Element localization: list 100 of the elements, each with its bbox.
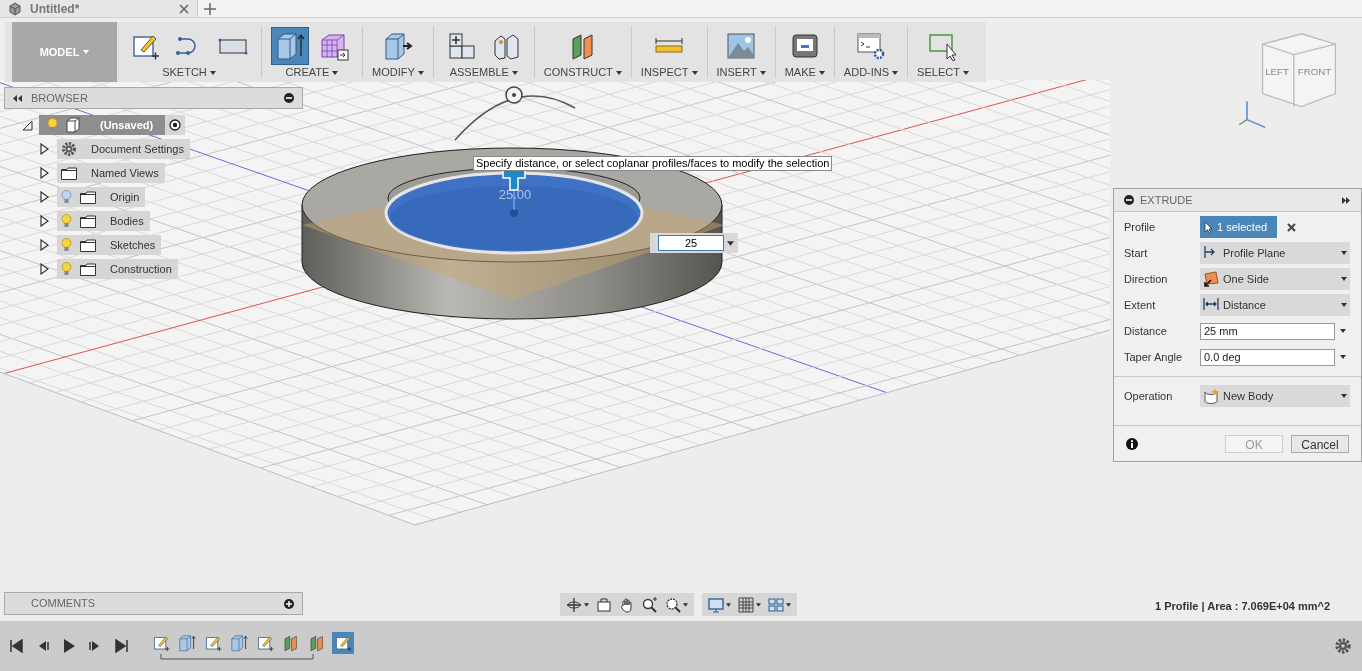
zoom-window-icon — [665, 596, 681, 613]
caret-icon — [1341, 251, 1347, 255]
view-tool-button[interactable] — [566, 596, 589, 613]
pan-hand-icon — [619, 596, 635, 613]
info-icon[interactable] — [1126, 437, 1138, 450]
dropdown[interactable]: New Body — [1200, 385, 1350, 407]
collapsed-triangle-icon[interactable] — [40, 263, 49, 275]
skip-to-end-icon[interactable] — [114, 639, 128, 653]
folder-icon — [80, 238, 96, 252]
group-menu-button[interactable]: ADD-INS — [843, 67, 899, 78]
monitor-icon — [708, 596, 724, 613]
caret-icon — [756, 602, 761, 607]
minus-circle-icon[interactable] — [284, 93, 294, 103]
expand-icon[interactable] — [1341, 196, 1351, 204]
group-menu-button[interactable]: MODIFY — [372, 67, 424, 78]
field-label: Profile — [1124, 219, 1157, 235]
display-tool-button[interactable] — [768, 596, 791, 613]
caret-icon — [83, 50, 90, 54]
folder-icon — [61, 166, 77, 180]
group-menu-button[interactable]: INSERT — [716, 67, 766, 78]
caret-icon — [417, 70, 424, 75]
node-label: Bodies — [109, 213, 144, 229]
tab-title: Untitled* — [30, 2, 81, 15]
folder-icon — [80, 190, 96, 204]
panel-title: COMMENTS — [31, 596, 97, 612]
settings-gear-icon[interactable] — [1335, 638, 1351, 654]
caret-icon — [759, 70, 766, 75]
view-tool-button[interactable] — [642, 596, 658, 613]
caret-icon[interactable] — [1340, 329, 1346, 333]
browser-node[interactable]: Bodies — [57, 211, 150, 231]
activate-target-icon[interactable] — [169, 119, 182, 131]
rotation-handle[interactable] — [454, 86, 576, 141]
browser-node[interactable]: Construction — [57, 259, 178, 279]
boxes-icon — [446, 31, 477, 61]
group-menu-button[interactable]: CREATE — [285, 67, 339, 78]
planes-icon — [282, 633, 300, 652]
dimension-label: 25.00 — [498, 187, 532, 202]
look-at-icon — [596, 596, 612, 613]
node-label: Named Views — [90, 165, 159, 181]
minus-circle-icon[interactable] — [1124, 195, 1134, 205]
group-menu-button[interactable]: INSPECT — [640, 67, 698, 78]
group-menu-button[interactable]: MAKE — [784, 67, 825, 78]
caret-icon — [683, 602, 688, 607]
caret-icon — [1341, 394, 1347, 398]
one-side-icon — [1203, 271, 1219, 287]
extrude-box-icon — [275, 31, 305, 61]
folder-icon — [80, 262, 96, 276]
text-input[interactable]: 25 mm — [1200, 322, 1335, 340]
node-label: Construction — [109, 261, 172, 277]
gear-icon — [61, 141, 77, 157]
distance-input[interactable]: 25 — [658, 235, 724, 251]
collapse-icon[interactable] — [13, 94, 23, 102]
caret-icon[interactable] — [1340, 355, 1346, 359]
timeline-feature[interactable] — [332, 631, 354, 654]
caret-icon — [818, 70, 825, 75]
caret-icon — [1341, 303, 1347, 307]
dropdown[interactable]: One Side — [1200, 268, 1350, 290]
browser-node[interactable]: Document Settings — [57, 139, 190, 159]
close-icon[interactable] — [179, 3, 189, 14]
cube-icon — [8, 1, 22, 16]
display-tool-button[interactable] — [738, 596, 761, 613]
browser-node[interactable]: Origin — [57, 187, 146, 207]
skip-to-start-icon[interactable] — [10, 639, 24, 653]
caret-icon — [892, 70, 899, 75]
view-tool-button[interactable] — [596, 596, 612, 613]
collapsed-triangle-icon[interactable] — [40, 215, 49, 227]
tool-button[interactable] — [271, 27, 309, 65]
group-menu-button[interactable]: ASSEMBLE — [449, 67, 518, 78]
dialog-button[interactable]: Cancel — [1291, 434, 1349, 453]
dropdown-caret-icon[interactable] — [727, 240, 734, 246]
view-tool-button[interactable] — [665, 596, 688, 613]
clear-icon[interactable] — [1287, 222, 1296, 232]
cursor-icon — [1204, 220, 1213, 234]
browser-node[interactable]: Sketches — [57, 235, 162, 255]
play-icon[interactable] — [62, 639, 76, 653]
box-arrow-icon — [382, 31, 413, 61]
new-tab-icon[interactable] — [204, 2, 216, 15]
collapsed-triangle-icon[interactable] — [40, 167, 49, 179]
text-input[interactable]: 0.0 deg — [1200, 348, 1335, 366]
document-tab[interactable]: Untitled* — [0, 0, 198, 17]
add-circle-icon[interactable] — [284, 598, 294, 609]
collapsed-triangle-icon[interactable] — [40, 191, 49, 203]
selection-button[interactable]: 1 selected — [1200, 216, 1277, 238]
collapsed-triangle-icon[interactable] — [40, 143, 49, 155]
display-tool-button[interactable] — [708, 596, 731, 613]
browser-node[interactable]: Named Views — [57, 163, 165, 183]
collapsed-triangle-icon[interactable] — [40, 239, 49, 251]
expanded-triangle-icon[interactable] — [22, 119, 33, 131]
dropdown[interactable]: Distance — [1200, 294, 1350, 316]
extrude-arrow-handle[interactable] — [502, 169, 526, 191]
group-menu-button[interactable]: CONSTRUCT — [543, 67, 622, 78]
group-menu-button[interactable]: SELECT — [917, 67, 969, 78]
dropdown[interactable]: Profile Plane — [1200, 242, 1350, 264]
field-label: Distance — [1124, 323, 1168, 339]
caret-icon — [584, 602, 589, 607]
group-menu-button[interactable]: SKETCH — [162, 67, 216, 78]
view-tool-button[interactable] — [619, 596, 635, 613]
planes-icon — [308, 633, 326, 652]
field-label: Extent — [1124, 297, 1157, 313]
caret-icon — [615, 70, 622, 75]
